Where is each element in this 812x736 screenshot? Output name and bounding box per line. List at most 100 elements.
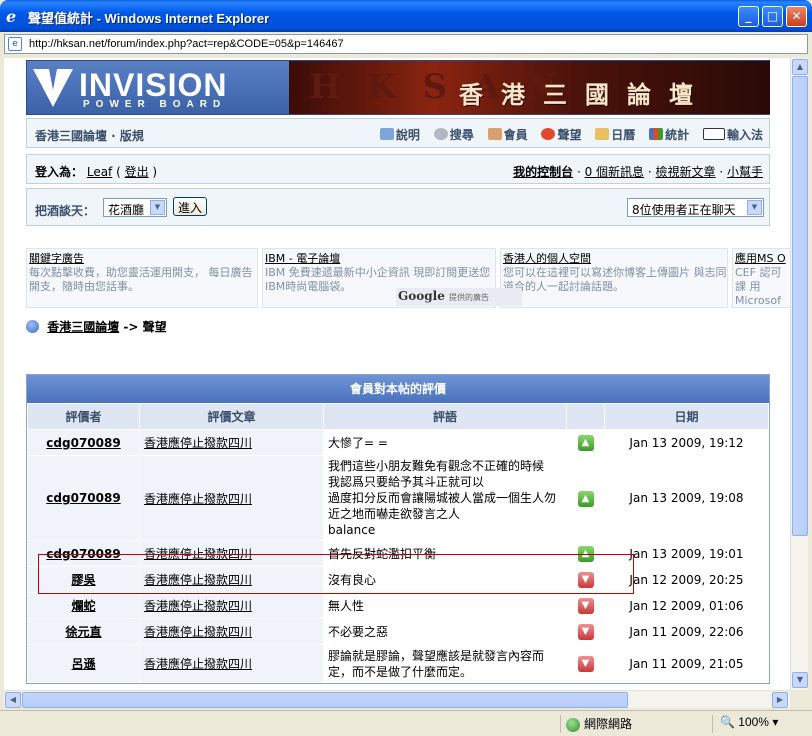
logout-link[interactable]: 登出 (125, 165, 149, 179)
nav-reputation-label: 聲望 (557, 128, 582, 142)
table-row: 呂遜 香港應停止撥款四川 膠論就是膠論，聲望應該是就發言內容而定，而不是做了什麼而定… (27, 644, 769, 683)
table-row: 膠吳 香港應停止撥款四川 沒有良心 ▼ Jan 12 2009, 20:25 (27, 566, 769, 593)
thumbs-down-icon: ▼ (577, 656, 594, 672)
vote-cell: ▲ (566, 540, 605, 567)
address-bar[interactable]: e http://hksan.net/forum/index.php?act=r… (4, 34, 808, 54)
status-bar: 網際網路 🔍 100% ▾ (0, 710, 812, 736)
breadcrumb: 香港三國論壇 -> 聲望 (26, 318, 167, 335)
chat-bar: 把酒談天： 花酒廳 ▼ 進入 8位使用者正在聊天 ▼ (26, 188, 770, 226)
rater-link[interactable]: cdg070089 (27, 455, 140, 541)
comment-text: 膠論就是膠論，聲望應該是就發言內容而定，而不是做了什麼而定。 (323, 644, 567, 683)
bullet-icon (26, 320, 39, 333)
breadcrumb-home[interactable]: 香港三國論壇 (47, 320, 119, 334)
thumbs-up-icon: ▲ (577, 435, 594, 451)
nav-members[interactable]: 會員 (487, 126, 528, 143)
hscroll-thumb[interactable] (22, 692, 628, 708)
chevron-down-icon: ▼ (150, 200, 165, 215)
rater-link[interactable]: 膠吳 (27, 566, 140, 593)
nav-input-method[interactable]: 輸入法 (702, 126, 763, 143)
chat-room-select[interactable]: 花酒廳 ▼ (103, 198, 167, 217)
google-ads-tag[interactable]: Google 提供的廣告 (396, 288, 522, 306)
page-viewport: INVISION POWER BOARD HKSAN 香港三國論壇 香港三國論壇… (4, 58, 790, 690)
chat-users-select[interactable]: 8位使用者正在聊天 ▼ (627, 198, 764, 217)
ie-logo-icon: e (6, 7, 17, 26)
new-messages-link[interactable]: 0 個新訊息 (585, 165, 644, 179)
chevron-down-icon: ▼ (747, 200, 762, 215)
chat-label: 把酒談天： (35, 204, 96, 218)
forum-banner[interactable]: INVISION POWER BOARD HKSAN 香港三國論壇 (26, 60, 770, 115)
scroll-up-arrow[interactable]: ▲ (792, 59, 808, 75)
nav-search[interactable]: 搜尋 (433, 126, 474, 143)
rater-link[interactable]: cdg070089 (27, 540, 140, 567)
comment-text: 首先反對蛇濫扣平衡 (323, 540, 567, 567)
helper-link[interactable]: 小幫手 (727, 165, 763, 179)
url-text[interactable]: http://hksan.net/forum/index.php?act=rep… (29, 38, 344, 50)
vote-cell: ▼ (566, 618, 605, 645)
nav-members-label: 會員 (503, 128, 528, 142)
rater-link[interactable]: 呂遜 (27, 644, 140, 683)
ad-keyword[interactable]: 關鍵字廣告 每次點擊收費，助您靈活運用開支， 每日廣告開支，隨時由您話事。 (26, 248, 258, 308)
username-link[interactable]: Leaf (87, 165, 112, 179)
thumbs-up-icon: ▲ (577, 546, 594, 562)
ad-title[interactable]: 香港人的個人空間 (503, 250, 727, 266)
maximize-button[interactable]: □ (762, 6, 783, 27)
members-icon (487, 128, 502, 140)
calendar-icon (595, 128, 610, 140)
ad-title[interactable]: 關鍵字廣告 (29, 250, 257, 266)
ad-personal-space[interactable]: 香港人的個人空間 您可以在這裡可以寫述你博客上傳圖片 與志同道合的人一起討論話題… (500, 248, 728, 308)
breadcrumb-current: 聲望 (142, 320, 167, 334)
control-panel-link[interactable]: 我的控制台 (513, 165, 573, 179)
rated-post-link[interactable]: 香港應停止撥款四川 (139, 429, 324, 456)
rated-post-link[interactable]: 香港應停止撥款四川 (139, 644, 324, 683)
scroll-right-arrow[interactable]: ▶ (772, 692, 788, 708)
table-row: cdg070089 香港應停止撥款四川 大慘了= = ▲ Jan 13 2009, 19… (27, 429, 769, 456)
ad-body: CEF 認可課 用Microsof (735, 266, 782, 307)
nav-reputation[interactable]: 聲望 (541, 126, 581, 143)
forum-nav-bar: 香港三國論壇 · 版規 說明 搜尋 會員 聲望 日曆 統計 輸入法 (26, 118, 770, 148)
rated-post-link[interactable]: 香港應停止撥款四川 (139, 618, 324, 645)
logged-in-label: 登入為： (35, 165, 84, 179)
heart-icon (541, 128, 556, 140)
ads-row: 關鍵字廣告 每次點擊收費，助您靈活運用開支， 每日廣告開支，隨時由您話事。 IB… (26, 248, 790, 310)
nav-calendar[interactable]: 日曆 (595, 126, 635, 143)
scroll-thumb[interactable] (792, 76, 808, 536)
nav-help[interactable]: 說明 (379, 126, 420, 143)
close-button[interactable]: ✕ (786, 6, 807, 27)
rater-link[interactable]: cdg070089 (27, 429, 140, 456)
login-status: 登入為： Leaf ( 登出 ) (35, 165, 158, 179)
comment-text: 我們這些小朋友難免有觀念不正確的時候 我認爲只要給予其斗正就可以 過度扣分反而會… (323, 455, 567, 541)
status-divider (560, 715, 561, 733)
scroll-left-arrow[interactable]: ◀ (5, 692, 21, 708)
rated-post-link[interactable]: 香港應停止撥款四川 (139, 592, 324, 619)
rater-link[interactable]: 爛蛇 (27, 592, 140, 619)
rated-post-link[interactable]: 香港應停止撥款四川 (139, 566, 324, 593)
nav-stats-label: 統計 (665, 128, 690, 142)
horizontal-scrollbar[interactable]: ◀ ▶ (4, 690, 790, 708)
forum-title-link[interactable]: 香港三國論壇 · 版規 (35, 127, 144, 144)
window-titlebar: e 聲望值統計 - Windows Internet Explorer _ □ … (0, 0, 812, 32)
nav-calendar-label: 日曆 (611, 128, 636, 142)
ad-title[interactable]: 應用MS O (735, 250, 790, 266)
rated-post-link[interactable]: 香港應停止撥款四川 (139, 540, 324, 567)
vertical-scrollbar[interactable]: ▲ ▼ (790, 58, 808, 690)
rated-post-link[interactable]: 香港應停止撥款四川 (139, 455, 324, 541)
ad-title[interactable]: IBM - 電子論壇 (265, 250, 495, 266)
zoom-control[interactable]: 🔍 100% ▾ (720, 715, 778, 729)
view-new-posts-link[interactable]: 檢視新文章 (656, 165, 716, 179)
scroll-down-arrow[interactable]: ▼ (792, 672, 808, 688)
vote-cell: ▼ (566, 644, 605, 683)
col-rater: 評價者 (27, 403, 140, 430)
table-row: cdg070089 香港應停止撥款四川 我們這些小朋友難免有觀念不正確的時候 我認爲… (27, 455, 769, 541)
nav-stats[interactable]: 統計 (649, 126, 689, 143)
ad-ms-office[interactable]: 應用MS O CEF 認可課 用Microsof (732, 248, 790, 308)
status-divider (712, 715, 713, 733)
enter-chat-button[interactable]: 進入 (173, 197, 208, 216)
nav-help-label: 說明 (395, 128, 420, 142)
comment-text: 大慘了= = (323, 429, 567, 456)
col-vote (566, 403, 605, 430)
rater-link[interactable]: 徐元直 (27, 618, 140, 645)
minimize-button[interactable]: _ (738, 6, 759, 27)
col-comment: 評語 (323, 403, 567, 430)
rating-date: Jan 13 2009, 19:12 (604, 429, 769, 456)
rating-date: Jan 11 2009, 22:06 (604, 618, 769, 645)
